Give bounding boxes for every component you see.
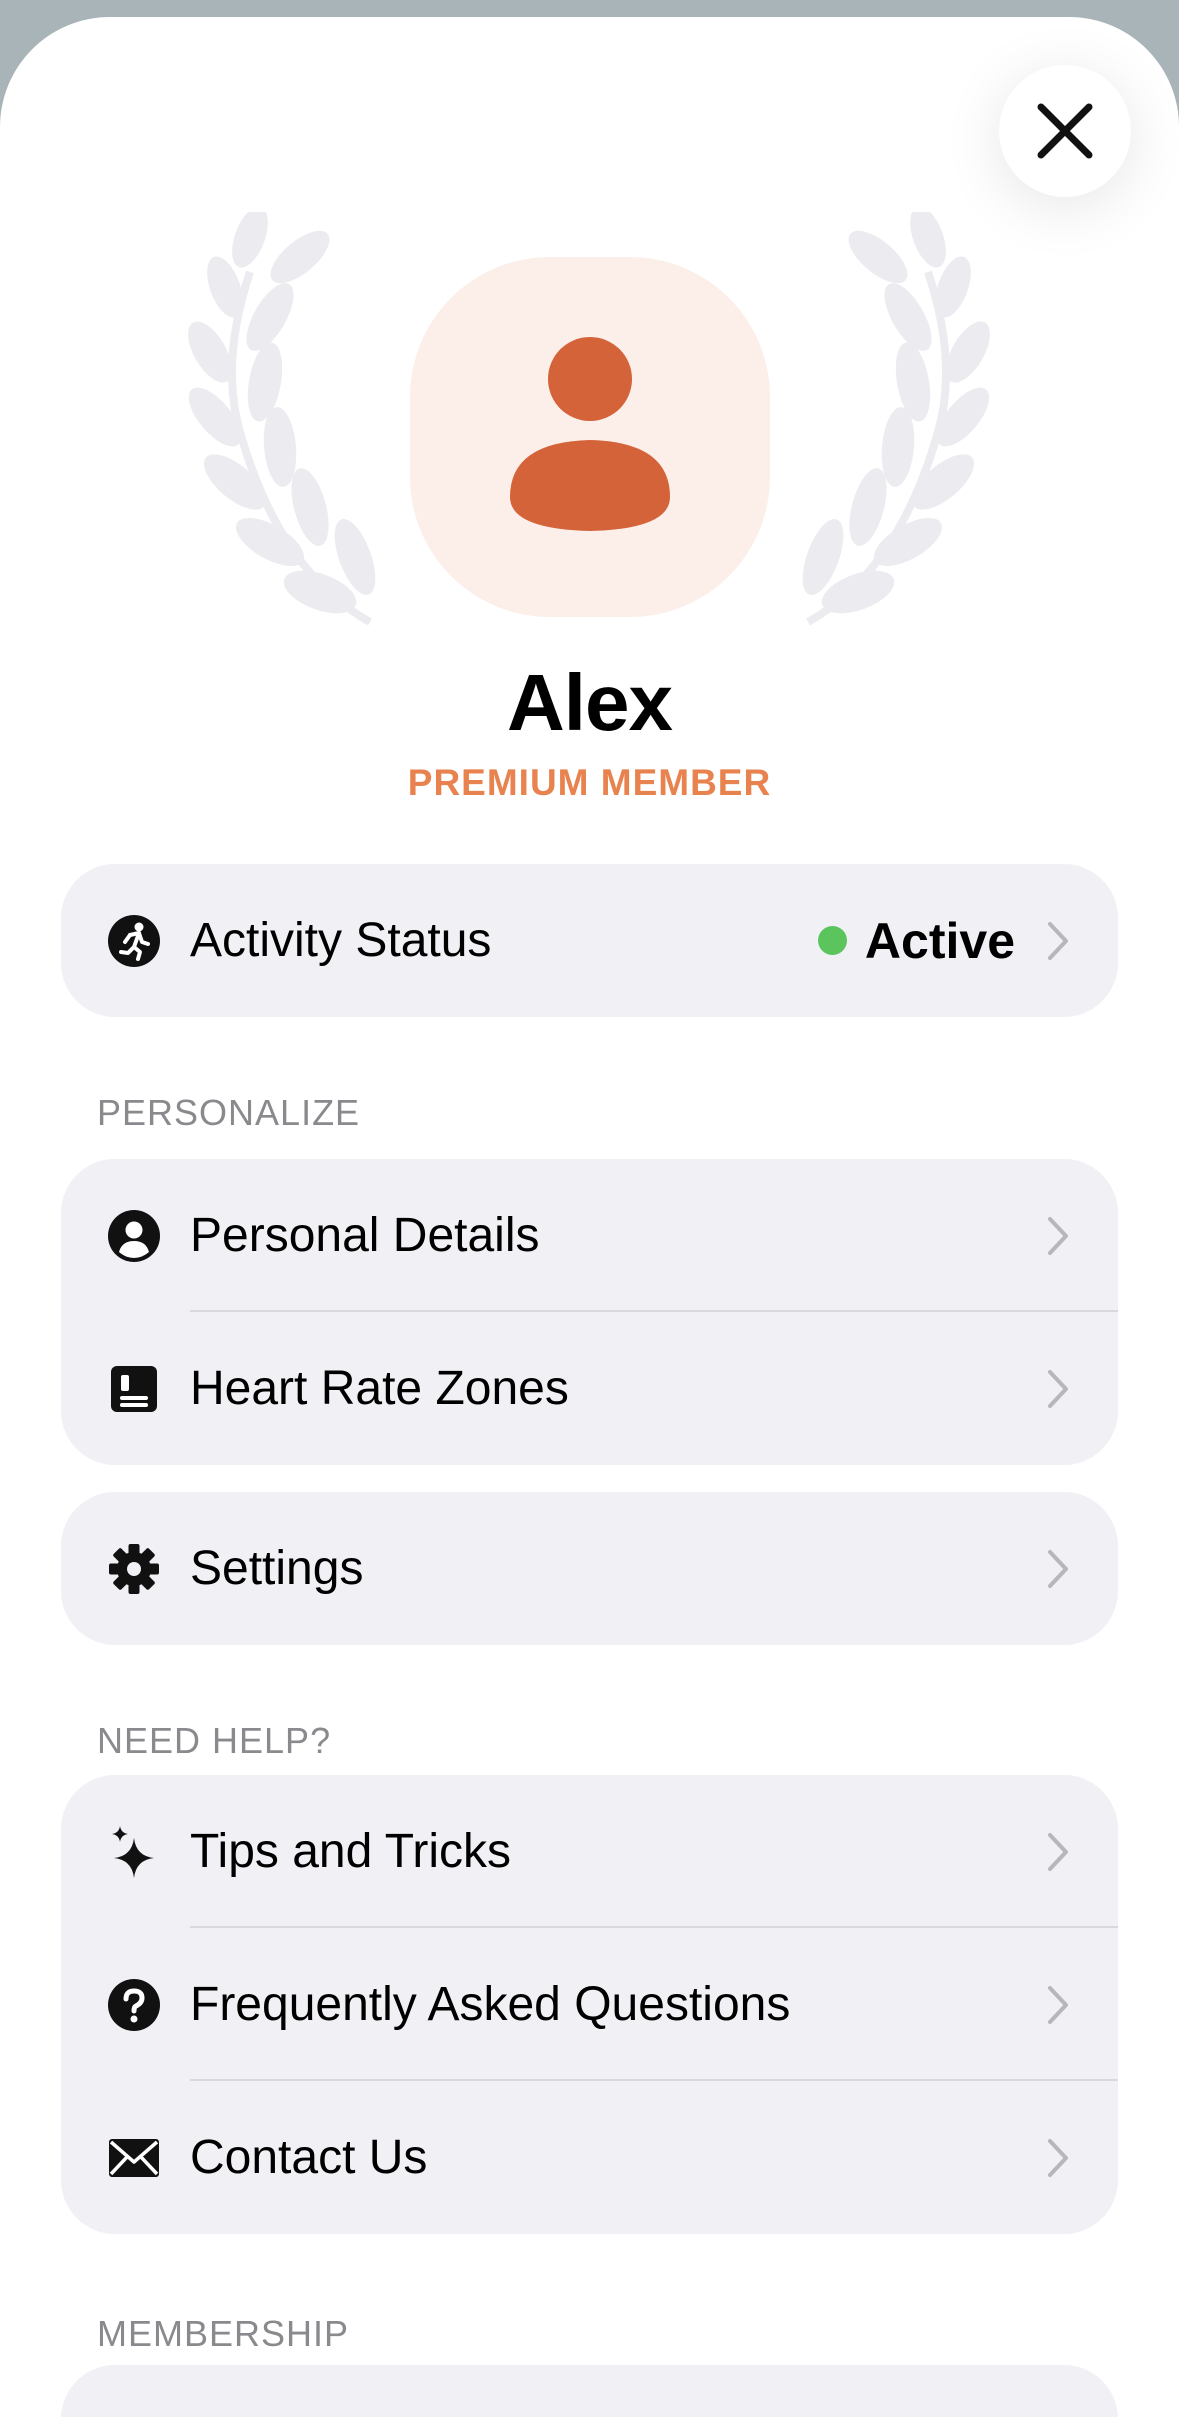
section-header-personalize: PERSONALIZE (97, 1092, 361, 1133)
person-circle-icon (106, 1208, 162, 1264)
profile-sheet: Alex PREMIUM MEMBER Activity Status Acti… (0, 17, 1179, 2417)
section-header-membership: MEMBERSHIP (97, 2313, 350, 2354)
chevron-right-icon (1043, 1365, 1073, 1413)
laurel-left-icon (188, 212, 376, 626)
chevron-right-icon (1043, 1981, 1073, 2029)
running-figure-icon (106, 913, 162, 969)
list-item-label: Frequently Asked Questions (190, 1978, 791, 2031)
list-item-personal-details[interactable]: Personal Details (61, 1159, 1118, 1312)
avatar[interactable] (410, 257, 770, 617)
list-item-label: Settings (190, 1542, 364, 1595)
envelope-icon (106, 2130, 162, 2186)
chevron-right-icon (1043, 2134, 1073, 2182)
status-dot (817, 926, 847, 955)
membership-card[interactable] (61, 2365, 1118, 2417)
chevron-right-icon (1043, 1212, 1073, 1260)
close-icon (1037, 103, 1093, 159)
list-item-label: Personal Details (190, 1209, 540, 1262)
list-item-settings[interactable]: Settings (61, 1492, 1118, 1645)
personalize-card: Personal Details Heart Rate Zones (61, 1159, 1118, 1465)
list-item-faq[interactable]: Frequently Asked Questions (61, 1928, 1118, 2081)
person-icon (510, 337, 670, 531)
laurel-right-icon (802, 212, 990, 626)
profile-name: Alex (507, 658, 673, 747)
section-header-need-help: NEED HELP? (97, 1720, 332, 1761)
activity-status-card[interactable]: Activity Status Active (61, 864, 1118, 1017)
close-button[interactable] (999, 65, 1131, 197)
chevron-right-icon (1043, 1545, 1073, 1593)
list-item-label: Tips and Tricks (190, 1825, 511, 1878)
help-card: Tips and Tricks Frequently Asked Questio… (61, 1775, 1118, 2234)
settings-card: Settings (61, 1492, 1118, 1645)
status-badge: Active (817, 912, 1015, 970)
list-item-label: Heart Rate Zones (190, 1362, 569, 1415)
list-item-contact-us[interactable]: Contact Us (61, 2081, 1118, 2234)
list-item-heart-rate-zones[interactable]: Heart Rate Zones (61, 1312, 1118, 1465)
chevron-right-icon (1043, 1828, 1073, 1876)
activity-status-row[interactable]: Activity Status Active (61, 864, 1118, 1017)
list-card-icon (106, 1361, 162, 1417)
gear-icon (106, 1541, 162, 1597)
list-item-label: Contact Us (190, 2131, 428, 2184)
sparkles-icon (106, 1824, 162, 1880)
list-item-tips-and-tricks[interactable]: Tips and Tricks (61, 1775, 1118, 1928)
chevron-right-icon (1043, 917, 1073, 965)
activity-status-label: Activity Status (190, 914, 492, 967)
question-circle-icon (106, 1977, 162, 2033)
membership-badge: PREMIUM MEMBER (407, 762, 772, 803)
status-value: Active (864, 912, 1015, 969)
